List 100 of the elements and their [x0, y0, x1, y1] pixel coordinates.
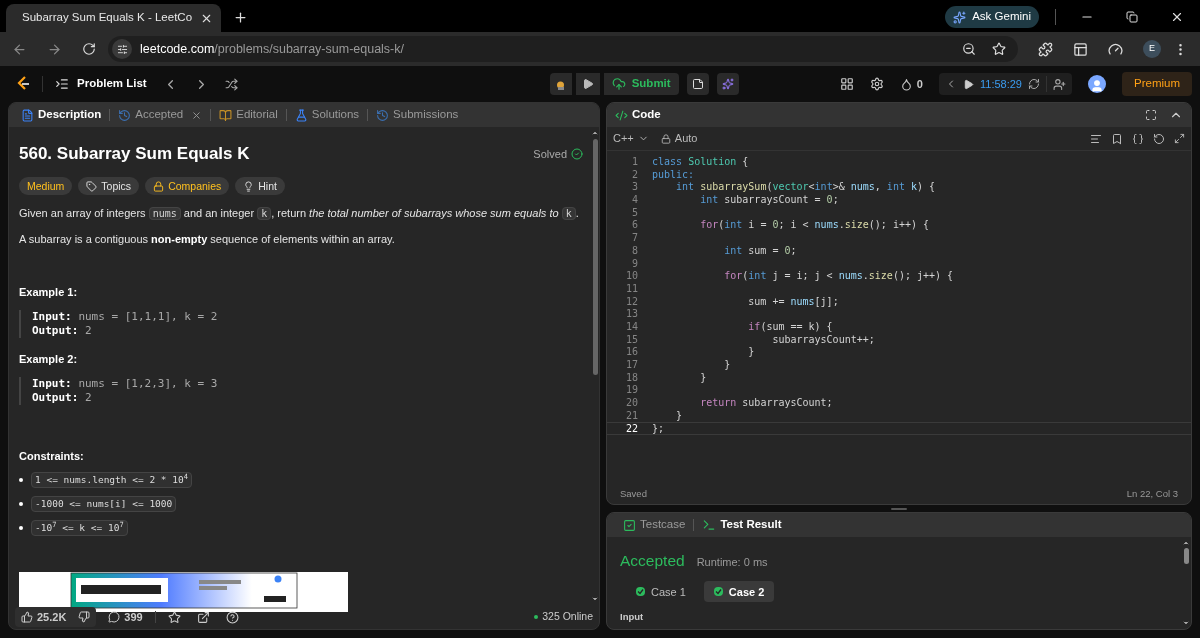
code-line: int sum = 0;	[723, 244, 797, 258]
lock-icon	[660, 133, 671, 144]
comment-icon	[108, 611, 121, 623]
topics-tag[interactable]: Topics	[78, 177, 140, 195]
panel-tab[interactable]: Test Result	[698, 516, 786, 534]
check-icon	[713, 587, 723, 597]
online-count: 325 Online	[534, 609, 593, 625]
line-number: 8	[630, 244, 639, 258]
check-circle-icon	[571, 148, 583, 160]
expand-icon	[1174, 133, 1185, 144]
debug-button[interactable]	[549, 73, 572, 95]
browser-tab[interactable]: Subarray Sum Equals K - LeetCo	[6, 4, 221, 32]
run-button[interactable]	[575, 73, 600, 95]
line-number: 13	[624, 308, 639, 321]
line-number: 6	[630, 219, 639, 233]
scroll-thumb[interactable]	[592, 139, 598, 375]
code-line: sum += nums[j];	[747, 295, 839, 309]
line-number: 17	[624, 359, 639, 372]
case-tab[interactable]: Case 2	[703, 581, 775, 603]
zoom-icon	[962, 42, 976, 56]
extensions-icon	[1038, 41, 1053, 57]
code-icon	[615, 108, 628, 122]
tab-title: Subarray Sum Equals K - LeetCo	[22, 10, 193, 26]
tag-icon	[86, 180, 98, 192]
bookmark-star-icon	[992, 42, 1006, 56]
profile-avatar[interactable]: E	[1143, 40, 1161, 58]
comments-button[interactable]: 399	[108, 608, 143, 626]
line-number: 10	[624, 270, 639, 283]
save-status: Saved	[620, 486, 647, 501]
line-number: 9	[630, 257, 639, 271]
code-line: }	[723, 359, 731, 372]
example-heading: Example 2:	[19, 352, 79, 367]
add-user-icon	[1053, 77, 1066, 91]
scroll-up-icon	[591, 129, 599, 137]
scroll-thumb[interactable]	[1183, 548, 1189, 564]
line-number: 22	[624, 423, 639, 435]
play-icon	[581, 78, 594, 90]
solved-status: Solved	[533, 146, 583, 162]
panel-tab[interactable]: Submissions	[372, 106, 463, 124]
note-icon	[691, 78, 704, 90]
code-line: subarraysCount++;	[771, 333, 875, 347]
bookmark-icon	[1111, 132, 1123, 145]
line-number: 3	[630, 181, 639, 195]
panel-tab[interactable]: Description	[17, 106, 106, 124]
companies-tag[interactable]: Companies	[145, 177, 230, 195]
play-icon	[962, 78, 974, 90]
lightbulb-icon	[243, 180, 255, 192]
hint-tag[interactable]: Hint	[235, 177, 285, 195]
logo-icon	[16, 76, 30, 92]
code-line: if(sum == k) {	[747, 320, 833, 334]
panel-tab[interactable]: Accepted	[114, 106, 207, 124]
line-number: 21	[624, 409, 639, 423]
back-icon	[12, 41, 27, 57]
scroll-down-icon	[1182, 619, 1190, 627]
reset-icon	[1153, 132, 1165, 145]
panel-tab[interactable]: Solutions	[290, 106, 364, 124]
cursor-position: Ln 22, Col 3	[1126, 486, 1178, 501]
code-line: }	[747, 346, 755, 359]
example-line: Output: 2	[32, 391, 93, 405]
panel-tab[interactable]: Editorial	[215, 106, 282, 124]
check-icon	[636, 587, 645, 597]
submit-button[interactable]: Submit	[603, 73, 679, 95]
difficulty-tag: Medium	[19, 177, 73, 195]
code-line: return subarraysCount;	[699, 397, 833, 410]
mode-label: Auto	[660, 130, 698, 147]
ai-button[interactable]	[716, 73, 739, 95]
example-line: Input: nums = [1,2,3], k = 3	[32, 377, 219, 391]
code-line: for(int j = i; j < nums.size(); j++) {	[723, 270, 954, 283]
code-tab[interactable]: Code	[615, 106, 661, 124]
language-dropdown[interactable]: C++	[613, 130, 649, 147]
code-line: for(int i = 0; i < nums.size(); i++) {	[699, 219, 930, 233]
example-line: Input: nums = [1,1,1], k = 2	[32, 310, 219, 324]
timer-text: 11:58:29	[979, 76, 1022, 92]
line-number: 4	[630, 194, 639, 207]
note-button[interactable]	[686, 73, 709, 95]
streak-counter[interactable]: 0	[899, 75, 923, 93]
line-number: 15	[624, 333, 639, 347]
person-icon	[1090, 79, 1104, 93]
scroll-down-icon	[591, 595, 599, 603]
case-tab[interactable]: Case 1	[626, 581, 696, 603]
address-field[interactable]: leetcode.com/problems/subarray-sum-equals-k/	[108, 36, 1018, 62]
description-paragraph: Given an array of integers nums and an integer k , return the total number of subarrays whose sum equals to k .	[19, 206, 580, 221]
problem-list-button[interactable]: Problem List	[55, 75, 147, 93]
panel-tab[interactable]: Testcase	[619, 516, 690, 534]
premium-button[interactable]: Premium	[1122, 72, 1192, 96]
restore-icon	[1126, 11, 1138, 23]
history-icon	[118, 108, 132, 122]
settings-icon	[869, 77, 884, 91]
ask-gemini-button[interactable]: Ask Gemini	[945, 6, 1039, 28]
line-number: 2	[630, 168, 639, 182]
shuffle-icon	[224, 77, 238, 91]
layout-icon	[839, 77, 854, 91]
close-icon	[1170, 10, 1184, 24]
example-line: Output: 2	[32, 324, 93, 338]
site-settings-icon	[116, 43, 128, 55]
line-number: 14	[624, 320, 639, 334]
new-tab-icon	[233, 10, 248, 25]
user-avatar[interactable]	[1088, 75, 1106, 93]
reload-icon	[82, 42, 96, 56]
terminal-icon	[702, 518, 717, 532]
